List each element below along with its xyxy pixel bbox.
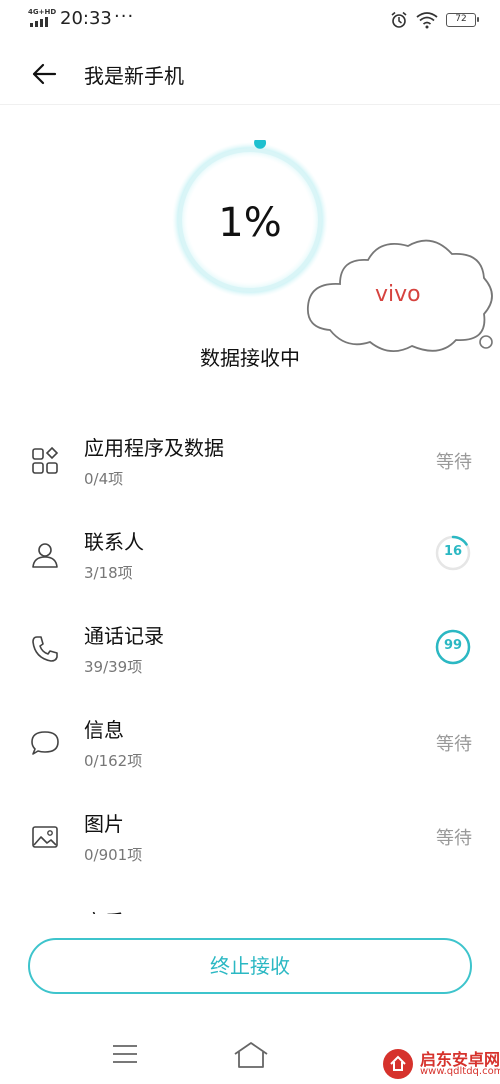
receiving-status: 数据接收中	[200, 346, 300, 370]
list-item-music-partial: 音乐	[84, 904, 144, 914]
item-state: 等待	[436, 452, 472, 473]
wifi-icon	[416, 12, 438, 29]
header: 我是新手机	[0, 48, 500, 100]
back-arrow-icon[interactable]	[30, 60, 58, 88]
home-icon[interactable]	[232, 1040, 270, 1070]
item-count: 39/39项	[84, 658, 143, 676]
network-label: 4G+HD	[28, 8, 57, 16]
item-state: 等待	[436, 828, 472, 849]
list-item-apps[interactable]: 应用程序及数据 0/4项 等待	[0, 420, 500, 514]
header-divider	[0, 104, 500, 105]
status-bar: 4G+HD 20:33 ··· 72	[0, 0, 500, 40]
watermark-url: www.qdltdq.com	[420, 1066, 500, 1077]
battery-level: 72	[455, 14, 467, 24]
item-count: 0/162项	[84, 752, 143, 770]
page-title: 我是新手机	[84, 64, 184, 88]
item-name: 通话记录	[84, 624, 164, 648]
menu-icon[interactable]	[112, 1044, 138, 1064]
phone-icon	[32, 636, 58, 662]
apps-icon	[32, 446, 59, 474]
list-item-contacts[interactable]: 联系人 3/18项 16	[0, 514, 500, 608]
signal-icon	[30, 17, 48, 27]
list-item-images[interactable]: 图片 0/901项 等待	[0, 796, 500, 890]
status-dots: ···	[114, 6, 135, 27]
message-icon	[31, 731, 59, 755]
image-icon	[32, 826, 58, 848]
list-item-messages[interactable]: 信息 0/162项 等待	[0, 702, 500, 796]
list-item-call-log[interactable]: 通话记录 39/39项 99	[0, 608, 500, 702]
item-name: 图片	[84, 812, 124, 836]
contact-icon	[32, 543, 58, 568]
item-progress-value: 99	[443, 638, 463, 653]
stop-receiving-button[interactable]: 终止接收	[28, 938, 472, 994]
item-name: 联系人	[84, 530, 144, 554]
item-name: 音乐	[84, 906, 124, 914]
item-count: 3/18项	[84, 564, 133, 582]
item-count: 0/4项	[84, 470, 124, 488]
alarm-icon	[391, 11, 407, 28]
item-progress-ring: 99	[434, 628, 472, 666]
cloud-text: vivo	[375, 282, 421, 307]
item-progress-value: 16	[443, 544, 463, 559]
item-name: 应用程序及数据	[84, 436, 224, 460]
item-state: 等待	[436, 734, 472, 755]
status-time: 20:33	[60, 8, 112, 29]
item-count: 0/901项	[84, 846, 143, 864]
item-name: 信息	[84, 718, 124, 742]
item-progress-ring: 16	[434, 534, 472, 572]
battery-icon: 72	[446, 13, 479, 27]
